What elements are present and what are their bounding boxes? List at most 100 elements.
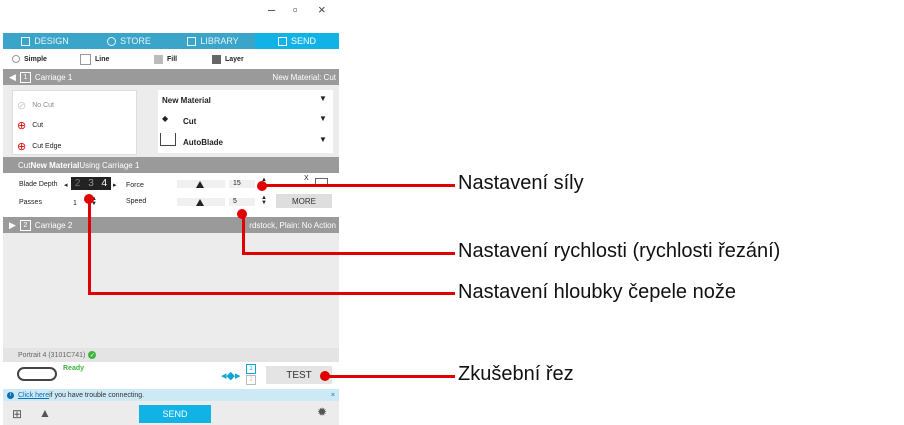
tab-design[interactable]: DESIGN: [3, 33, 87, 49]
app-window: – ▫ × DESIGN STORE LIBRARY SEND Simple L…: [0, 0, 342, 425]
help-link[interactable]: Click here: [18, 392, 49, 399]
blade-decrease-button[interactable]: ◂: [64, 181, 68, 189]
send-icon: [277, 36, 287, 46]
tab-label: DESIGN: [34, 36, 69, 46]
annotation-line-blade: [88, 292, 455, 295]
info-icon: i: [7, 391, 14, 399]
no-cut-icon: ⊘: [17, 100, 27, 112]
action-label: No Cut: [32, 102, 55, 109]
force-slider[interactable]: [177, 180, 225, 188]
check-icon: ✓: [88, 351, 97, 359]
info-bar: i Click here if you have trouble connect…: [3, 389, 339, 401]
action-no-cut[interactable]: ⊘ No Cut: [17, 99, 54, 112]
annotation-line-blade-v: [88, 199, 91, 294]
cut-edge-icon: ⊕: [17, 141, 27, 153]
device-bar: Portrait 4 (3101C741) ✓: [3, 348, 339, 362]
speed-spinner[interactable]: ▲ ▼: [261, 195, 267, 206]
chevron-down-icon[interactable]: ▼: [319, 94, 327, 103]
tab-label: STORE: [120, 36, 151, 46]
action-cut[interactable]: ⊕ Cut: [17, 119, 43, 132]
gear-icon[interactable]: ✹: [317, 405, 327, 419]
tab-store[interactable]: STORE: [87, 33, 171, 49]
chevron-down-icon[interactable]: ▼: [319, 114, 327, 123]
annotation-line-speed: [242, 252, 455, 255]
send-button[interactable]: SEND: [139, 405, 211, 423]
mode-label: Line: [95, 55, 110, 63]
action-dropdown[interactable]: Cut: [183, 117, 196, 126]
slider-thumb[interactable]: [196, 181, 204, 188]
maximize-button[interactable]: ▫: [293, 2, 298, 17]
more-button[interactable]: MORE: [276, 194, 332, 208]
tab-library[interactable]: LIBRARY: [171, 33, 255, 49]
annotation-line-force: [262, 184, 455, 187]
move-arrows-icon[interactable]: ◂◆▸: [221, 369, 241, 382]
action-label: Cut Edge: [32, 143, 62, 150]
mode-bar: Simple Line Fill Layer: [3, 50, 339, 68]
annotation-blade: Nastavení hloubky čepele nože: [458, 281, 736, 303]
speed-slider[interactable]: [177, 198, 225, 206]
speed-field[interactable]: 5: [229, 198, 255, 206]
cut-info-prefix: Cut: [18, 160, 31, 170]
mode-layer[interactable]: Layer: [212, 54, 244, 64]
mode-fill[interactable]: Fill: [154, 54, 177, 64]
bottom-toolbar: ⊞ ▲ SEND ✹: [3, 401, 339, 425]
layer-icon: [212, 54, 221, 64]
carriage-label: Carriage 1: [34, 72, 73, 82]
mode-line[interactable]: Line: [80, 53, 110, 65]
cut-icon: ⊕: [17, 120, 27, 132]
radio-icon: [12, 55, 20, 63]
blade-depth-value[interactable]: 3: [88, 178, 94, 189]
mode-simple[interactable]: Simple: [12, 55, 47, 63]
annotation-test: Zkušební řez: [458, 363, 574, 385]
machine-icon: [17, 367, 57, 381]
carriage-select-1[interactable]: 1: [246, 364, 256, 374]
action-cut-edge[interactable]: ⊕ Cut Edge: [17, 140, 61, 153]
cut-info-suffix: Using Carriage 1: [79, 160, 140, 170]
empty-area: [3, 233, 339, 348]
mode-label: Simple: [24, 55, 47, 63]
force-value: 15: [233, 180, 241, 187]
store-icon: [107, 36, 117, 46]
close-button[interactable]: ×: [318, 2, 326, 17]
carriage-1-panel: ⊘ No Cut ⊕ Cut ⊕ Cut Edge New Material ▼ ◆ …: [3, 85, 339, 157]
slider-thumb[interactable]: [196, 199, 204, 206]
blade-increase-button[interactable]: ▸: [113, 181, 117, 189]
expand-icon: ▶: [9, 219, 16, 230]
passes-label: Passes: [19, 199, 42, 206]
action-list: ⊘ No Cut ⊕ Cut ⊕ Cut Edge: [12, 90, 137, 155]
blade-depth-label: Blade Depth: [19, 181, 58, 188]
library-icon: [187, 36, 197, 46]
carriage-material: New Material: Cut: [272, 72, 336, 82]
cut-settings-header: Cut New Material Using Carriage 1: [3, 157, 339, 173]
grid-icon: [21, 36, 31, 46]
tab-bar: DESIGN STORE LIBRARY SEND: [3, 33, 339, 49]
device-panel: Ready ◂◆▸ 1 2 TEST: [3, 362, 339, 388]
x-label: X: [304, 175, 309, 182]
carriage-select-2[interactable]: 2: [246, 375, 256, 385]
carriage-1-header[interactable]: ◀ 1 Carriage 1 New Material: Cut: [3, 69, 339, 85]
carriage-material: rdstock, Plain: No Action: [249, 220, 336, 230]
info-text: if you have trouble connecting.: [49, 391, 145, 399]
chevron-down-icon[interactable]: ▼: [319, 135, 327, 144]
tab-send[interactable]: SEND: [255, 33, 339, 49]
blade-depth-selected[interactable]: 4: [102, 178, 108, 189]
tool-dropdown[interactable]: AutoBlade: [183, 138, 223, 147]
machine-settings-icon[interactable]: ⊞: [12, 407, 22, 421]
material-dropdown[interactable]: New Material: [162, 96, 211, 105]
carriage-number: 1: [19, 71, 31, 83]
cut-info-material: New Material: [30, 160, 80, 170]
close-icon[interactable]: ×: [331, 392, 335, 399]
cut-settings-panel: Blade Depth ◂ 2 3 4 ▸ Force 15 ▲▼ X Pass…: [3, 173, 339, 212]
dropdown-group: New Material ▼ ◆ Cut ▼ AutoBlade ▼: [158, 90, 333, 153]
carriage-label: Carriage 2: [34, 220, 73, 230]
blade-depth-selector[interactable]: 2 3 4: [71, 177, 111, 190]
device-name: Portrait 4 (3101C741): [18, 351, 86, 359]
tutorial-icon[interactable]: ▲: [39, 406, 51, 420]
blade-depth-value[interactable]: 2: [75, 178, 81, 189]
speed-label: Speed: [126, 198, 147, 205]
minimize-button[interactable]: –: [268, 2, 275, 17]
annotation-line-test: [325, 375, 455, 378]
carriage-2-header[interactable]: ▶ 2 Carriage 2 rdstock, Plain: No Action: [3, 217, 339, 233]
fill-icon: [154, 54, 163, 64]
force-field[interactable]: 15: [229, 180, 255, 188]
